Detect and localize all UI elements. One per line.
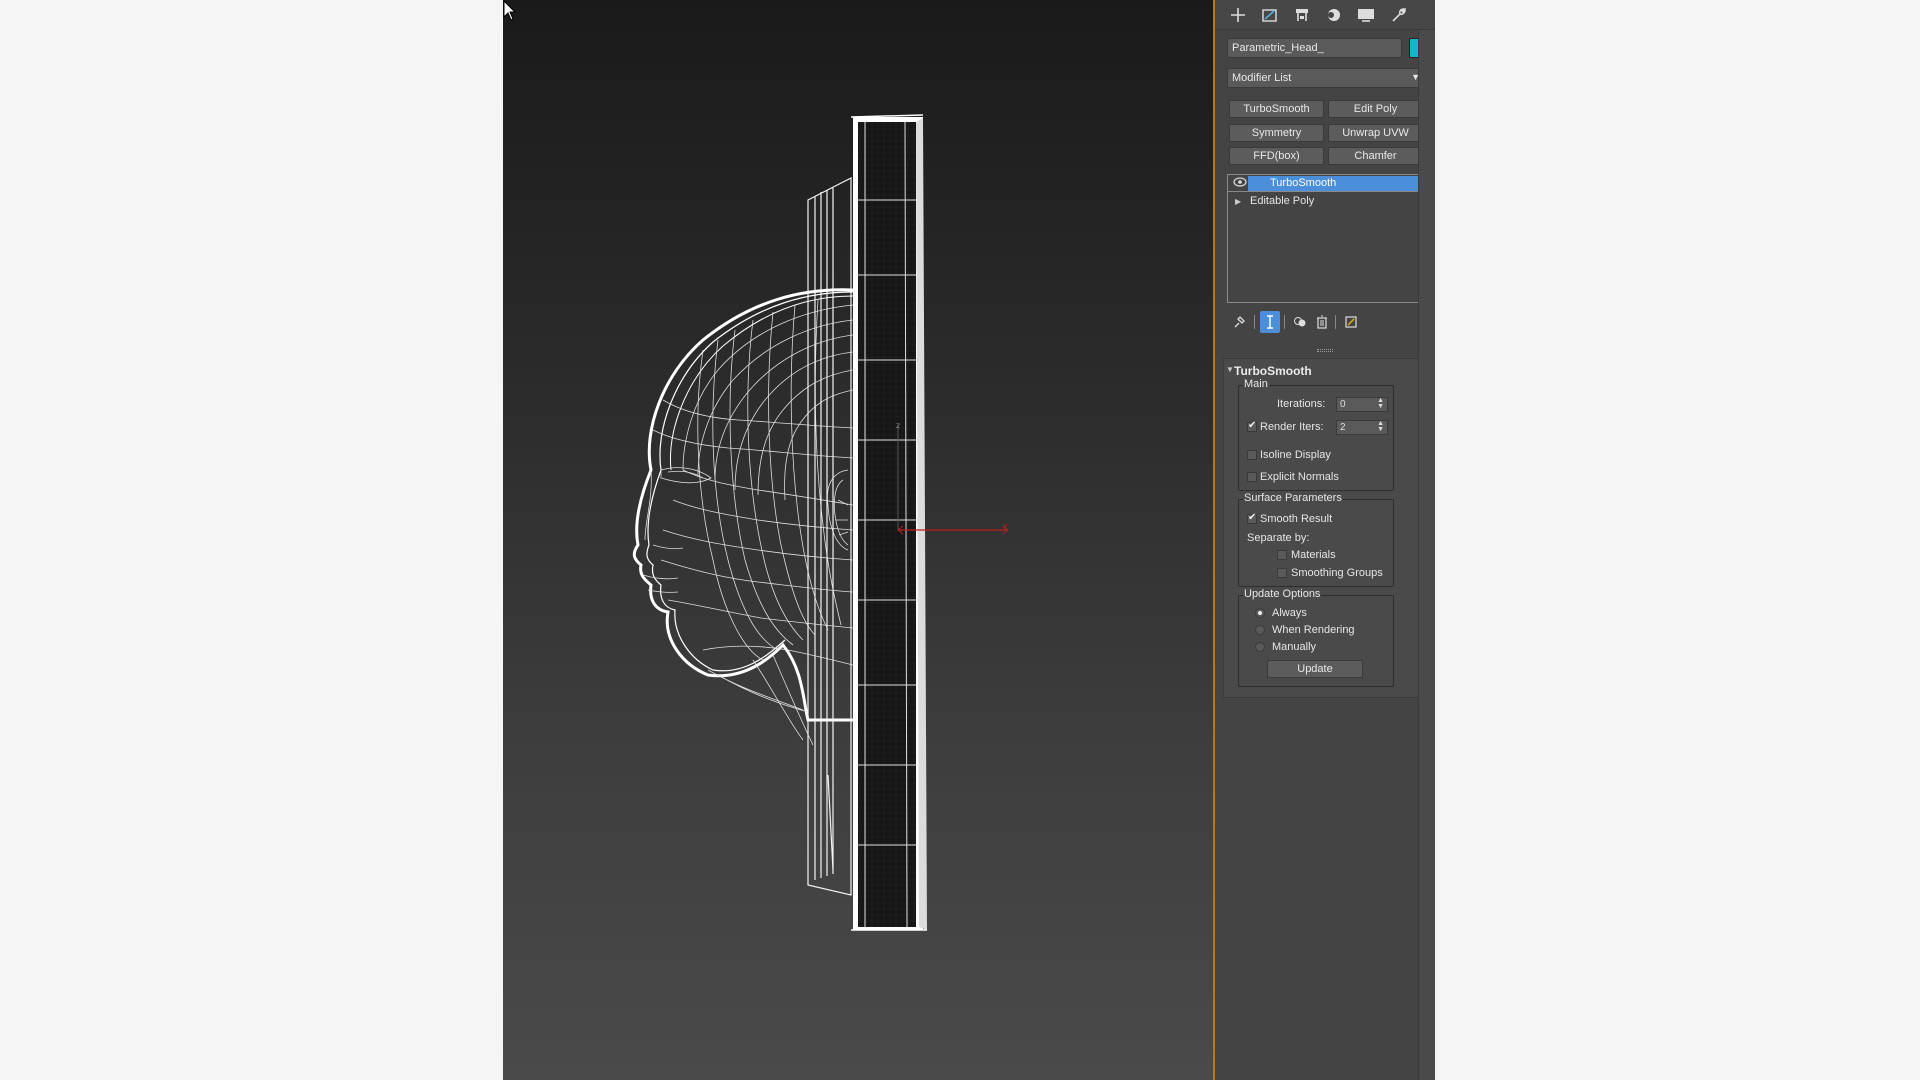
surface-parameters-group: Surface Parameters Smooth Result Separat…	[1238, 492, 1394, 587]
end-result-icon	[1267, 315, 1273, 329]
trash-icon	[1317, 315, 1327, 329]
manually-label: Manually	[1272, 641, 1317, 653]
explicit-normals-checkbox[interactable]	[1247, 472, 1257, 482]
render-iters-spinner[interactable]: 2 ▲ ▼	[1336, 420, 1388, 435]
rollout-title[interactable]: TurboSmooth	[1234, 364, 1312, 378]
chamfer-button[interactable]: Chamfer	[1328, 147, 1423, 165]
main-group: Main Iterations: 0 ▲▼ Render Iters: 2 ▲▼…	[1238, 378, 1394, 491]
when-rendering-label: When Rendering	[1272, 624, 1355, 636]
modify-tab[interactable]	[1255, 2, 1285, 28]
spinner-arrows-icon[interactable]: ▲ ▼	[1377, 420, 1384, 433]
modifier-list-label: Modifier List	[1232, 72, 1292, 84]
utilities-tab[interactable]	[1383, 2, 1413, 28]
render-iters-label: Render Iters:	[1260, 421, 1324, 433]
explicit-normals-label: Explicit Normals	[1260, 471, 1339, 483]
unwrap-uvw-button[interactable]: Unwrap UVW	[1328, 124, 1423, 142]
iterations-value: 0	[1340, 399, 1346, 410]
object-name-field[interactable]: Parametric_Head_	[1227, 38, 1402, 58]
turbosmooth-button[interactable]: TurboSmooth	[1229, 100, 1324, 118]
remove-modifier-button[interactable]	[1312, 311, 1332, 333]
stack-item-label: TurboSmooth	[1248, 176, 1423, 191]
hierarchy-tab[interactable]	[1287, 2, 1317, 28]
smoothing-groups-label: Smoothing Groups	[1291, 567, 1383, 579]
pin-stack-button[interactable]	[1229, 311, 1249, 333]
always-radio[interactable]	[1255, 608, 1265, 618]
configure-modifier-sets-button[interactable]	[1341, 311, 1361, 333]
wrench-icon	[1392, 7, 1406, 22]
manually-radio[interactable]	[1255, 642, 1265, 652]
stack-item-label: Editable Poly	[1250, 195, 1315, 207]
motion-icon	[1328, 8, 1340, 21]
panel-splitter[interactable]	[1317, 349, 1333, 352]
render-iters-value: 2	[1340, 422, 1346, 433]
modifier-list-dropdown[interactable]: Modifier List ▼	[1227, 68, 1426, 88]
show-end-result-button[interactable]	[1260, 311, 1280, 333]
hierarchy-icon	[1296, 8, 1308, 21]
always-label: Always	[1272, 607, 1307, 619]
stack-toolbar	[1227, 311, 1427, 333]
smooth-result-label: Smooth Result	[1260, 513, 1333, 525]
command-panel: Parametric_Head_ Modifier List ▼ TurboSm…	[1215, 0, 1435, 1080]
when-rendering-radio[interactable]	[1255, 625, 1265, 635]
eye-icon[interactable]	[1233, 176, 1247, 188]
isoline-display-checkbox[interactable]	[1247, 450, 1257, 460]
expand-triangle-icon[interactable]: ▶	[1235, 193, 1241, 210]
modifier-stack: TurboSmooth ▶ Editable Poly	[1227, 174, 1426, 303]
create-tab[interactable]	[1223, 2, 1253, 28]
make-unique-icon	[1294, 317, 1306, 327]
turbosmooth-rollout: ▼ TurboSmooth Main Iterations: 0 ▲▼ Rend…	[1223, 358, 1431, 698]
separate-by-label: Separate by:	[1247, 532, 1310, 544]
group-title-surface: Surface Parameters	[1243, 492, 1343, 504]
command-panel-tabs	[1215, 0, 1435, 30]
isoline-display-label: Isoline Display	[1260, 449, 1331, 461]
symmetry-button[interactable]: Symmetry	[1229, 124, 1324, 142]
iterations-label: Iterations:	[1277, 398, 1326, 410]
group-title-main: Main	[1243, 378, 1269, 390]
stack-item-turbosmooth[interactable]: TurboSmooth	[1228, 175, 1425, 192]
gizmo-y-label: y	[1003, 521, 1008, 530]
display-tab[interactable]	[1351, 2, 1381, 28]
motion-tab[interactable]	[1319, 2, 1349, 28]
perspective-viewport[interactable]: y z	[503, 0, 1213, 1080]
edit-poly-button[interactable]: Edit Poly	[1328, 100, 1423, 118]
head-wireframe: y z	[632, 114, 1009, 931]
update-options-group: Update Options Always When Rendering Man…	[1238, 588, 1394, 687]
smoothing-groups-checkbox[interactable]	[1277, 568, 1287, 578]
mouse-cursor-icon	[503, 0, 517, 21]
max-window: y z Parametric_Head_ Modifier List ▼ Tur…	[503, 0, 1435, 1080]
render-iters-checkbox[interactable]	[1247, 420, 1257, 432]
iterations-spinner[interactable]: 0 ▲ ▼	[1336, 397, 1388, 412]
stack-item-editable-poly[interactable]: ▶ Editable Poly	[1228, 193, 1425, 210]
command-panel-scrollbar[interactable]	[1418, 30, 1435, 1080]
smooth-result-checkbox[interactable]	[1247, 512, 1257, 524]
modify-icon	[1262, 8, 1277, 22]
display-icon	[1358, 8, 1374, 22]
update-button[interactable]: Update	[1267, 660, 1363, 678]
gizmo-z-label: z	[896, 421, 900, 430]
materials-label: Materials	[1291, 549, 1336, 561]
make-unique-button[interactable]	[1290, 311, 1310, 333]
group-title-update: Update Options	[1243, 588, 1322, 600]
spinner-arrows-icon[interactable]: ▲ ▼	[1377, 397, 1384, 410]
ffd-box-button[interactable]: FFD(box)	[1229, 147, 1324, 165]
configure-icon	[1345, 316, 1357, 328]
plus-icon	[1231, 7, 1245, 22]
collapse-triangle-icon[interactable]: ▼	[1226, 365, 1234, 374]
pin-icon	[1234, 316, 1245, 328]
materials-checkbox[interactable]	[1277, 550, 1287, 560]
